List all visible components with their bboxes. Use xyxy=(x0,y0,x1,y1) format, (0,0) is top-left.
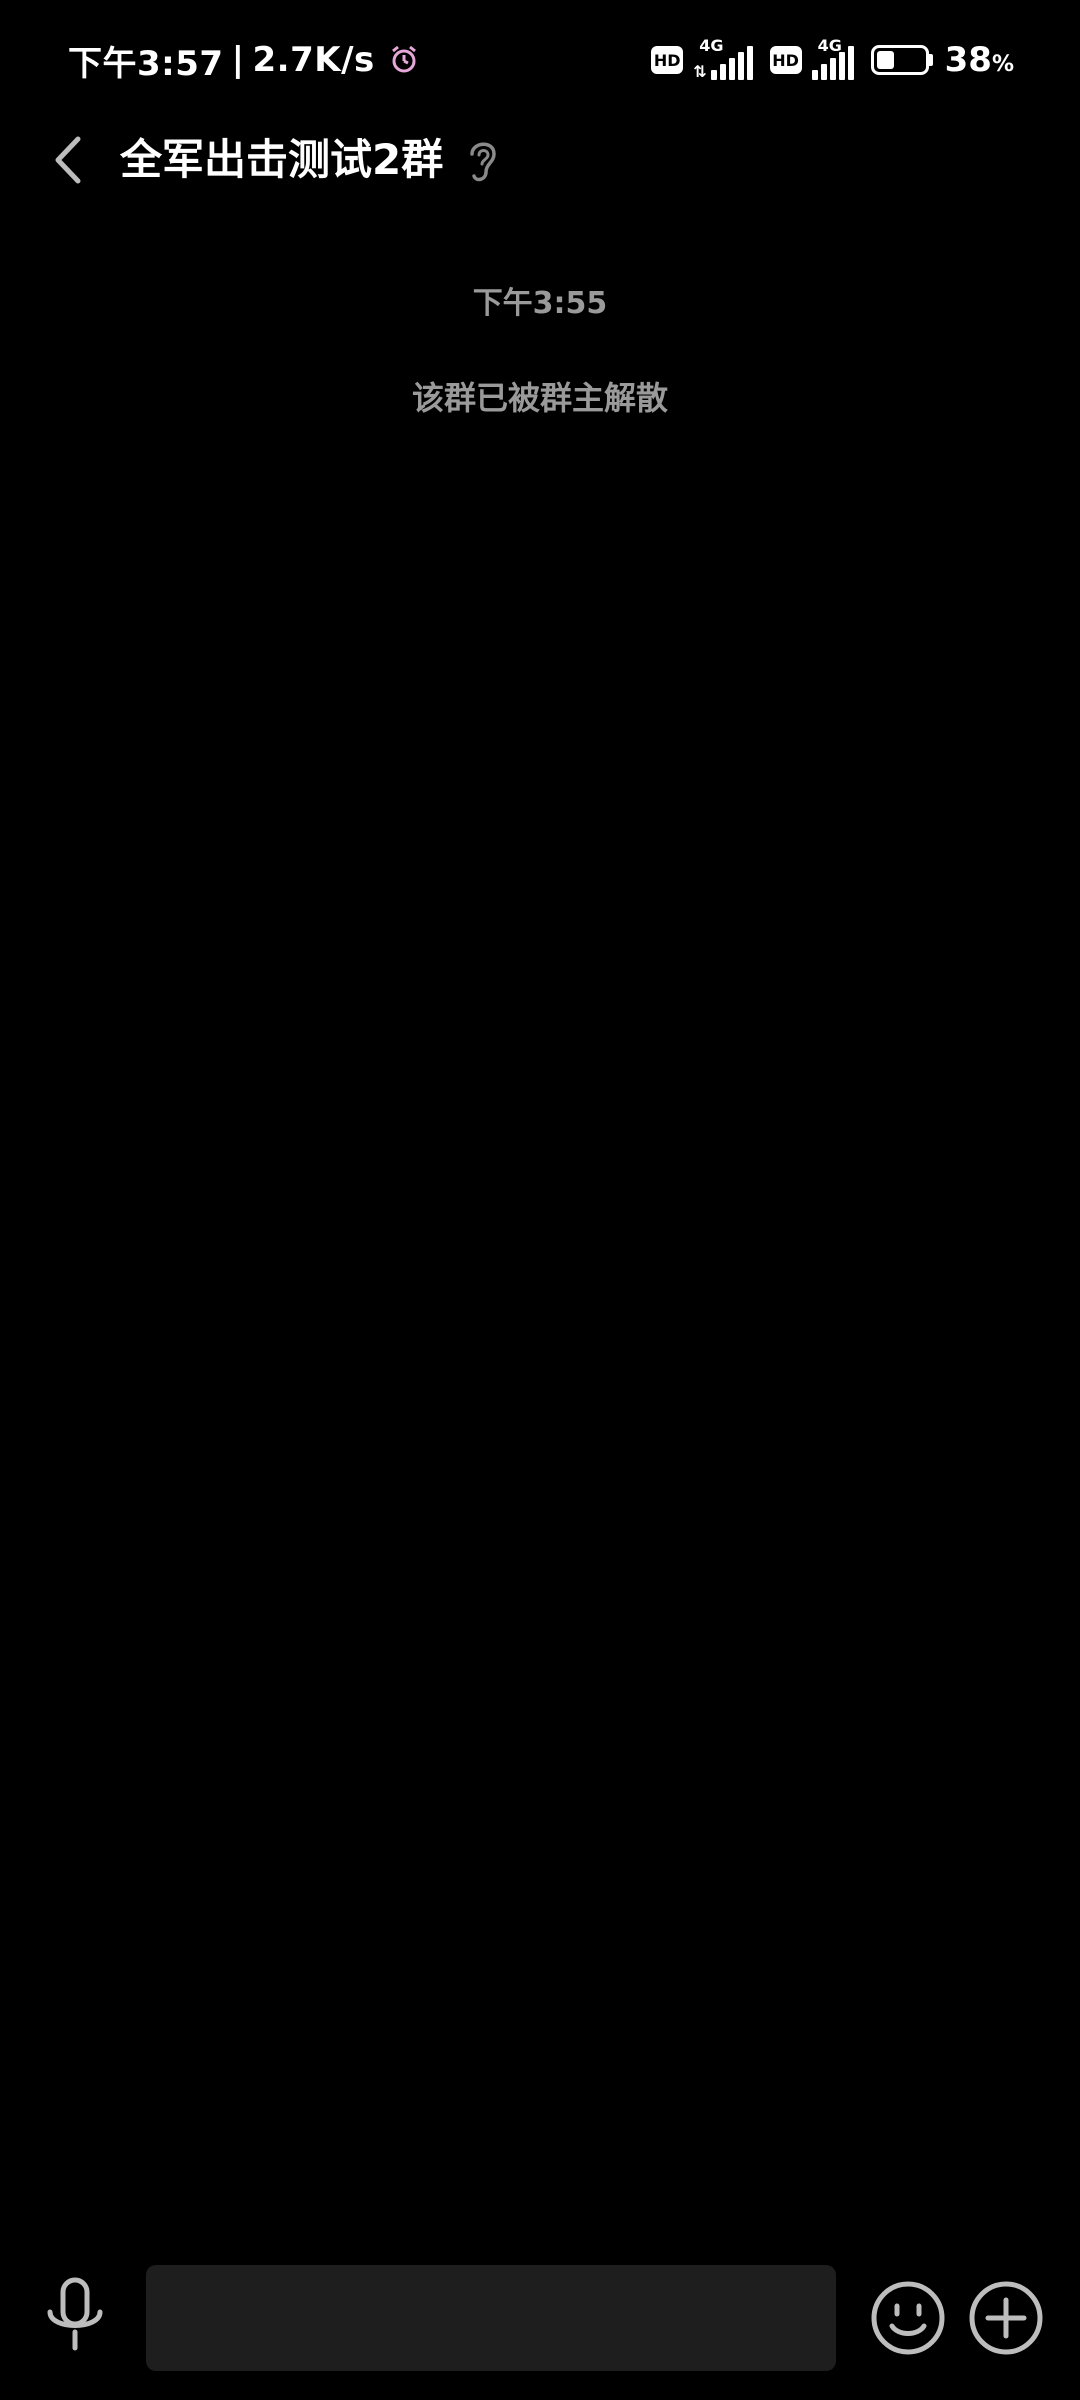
network-speed: 2.7K/s xyxy=(252,40,375,80)
microphone-icon[interactable] xyxy=(40,2276,110,2356)
signal-bar xyxy=(829,58,836,80)
plus-circle-icon[interactable] xyxy=(966,2278,1046,2358)
battery-fill xyxy=(876,51,894,69)
back-button[interactable] xyxy=(36,128,100,192)
signal-bar xyxy=(820,64,827,80)
status-separator: | xyxy=(231,40,245,80)
message-time-label: 下午3:55 xyxy=(472,286,608,321)
status-bar: 下午3:57 | 2.7K/s HD 4G ⇅ HD 4G 38% xyxy=(0,0,1080,120)
battery-icon xyxy=(870,45,929,75)
status-time: 下午3:57 xyxy=(68,43,224,84)
network-type-2: 4G xyxy=(817,36,842,55)
input-bar xyxy=(0,2250,1080,2371)
hd-badge-2: HD xyxy=(769,46,802,74)
signal-bar xyxy=(710,70,717,80)
chevron-left-icon xyxy=(55,136,81,184)
ear-icon[interactable] xyxy=(462,134,502,186)
signal-bar xyxy=(847,46,854,80)
status-right: HD 4G ⇅ HD 4G 38% xyxy=(651,34,1014,86)
page-title: 全军出击测试2群 xyxy=(120,135,444,184)
system-message: 该群已被群主解散 xyxy=(411,379,668,417)
signal-bar xyxy=(737,52,744,80)
signal-bar xyxy=(728,58,735,80)
alarm-icon xyxy=(391,45,416,73)
signal-bar xyxy=(719,64,726,80)
signal-bar xyxy=(811,70,818,80)
network-type-1: 4G xyxy=(699,36,724,55)
signal-bar xyxy=(746,46,753,80)
battery-unit: % xyxy=(991,52,1014,77)
signal-1: 4G ⇅ xyxy=(693,36,755,81)
data-arrows-icon: ⇅ xyxy=(693,62,707,81)
status-left: 下午3:57 | 2.7K/s xyxy=(68,34,419,86)
chat-header: 全军出击测试2群 xyxy=(0,120,1080,200)
hd-badge-1: HD xyxy=(651,46,684,74)
message-input[interactable] xyxy=(146,2265,836,2371)
battery-percentage: 38% xyxy=(945,40,1014,80)
signal-2: 4G xyxy=(811,36,857,80)
battery-value: 38 xyxy=(944,40,992,80)
battery-tip xyxy=(928,54,933,66)
smiley-icon[interactable] xyxy=(868,2278,948,2358)
signal-bar xyxy=(838,52,845,80)
